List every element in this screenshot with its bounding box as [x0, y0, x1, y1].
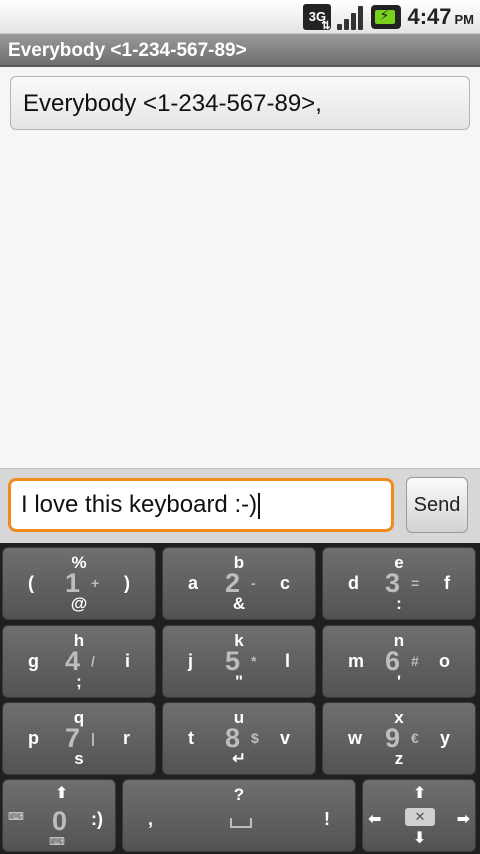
key-8[interactable]: u t 8 $ v ↵ [162, 702, 316, 775]
text-caret [258, 492, 261, 519]
enter-icon: ↵ [231, 749, 247, 768]
key-label: c [279, 573, 290, 593]
key-label: * [251, 653, 257, 669]
key-label: ' [396, 672, 402, 691]
key-6[interactable]: n m 6 # o ' [322, 625, 476, 698]
key-label: / [91, 653, 95, 669]
key-label: + [91, 575, 100, 591]
key-label: " [234, 672, 244, 691]
key-label: € [411, 730, 419, 746]
key-label: r [122, 728, 130, 748]
key-label: s [74, 749, 84, 768]
key-label: ? [233, 785, 245, 804]
key-label: j [188, 651, 194, 671]
key-label: ; [76, 672, 82, 691]
key-label: i [124, 651, 130, 671]
shift-icon: ⬆ [55, 785, 69, 802]
key-label: g [28, 651, 39, 671]
key-label: ) [124, 573, 130, 593]
key-number: 0 [52, 806, 68, 836]
key-label: # [411, 653, 419, 669]
key-label: d [348, 573, 359, 593]
key-label: t [188, 728, 194, 748]
arrow-right-icon[interactable]: ➡ [457, 809, 470, 829]
key-label: - [251, 575, 256, 591]
key-label: :) [91, 809, 103, 829]
battery-charging-icon [371, 4, 402, 29]
conversation-title: Everybody <1-234-567-89> [0, 34, 480, 67]
key-9[interactable]: x w 9 € y z [322, 702, 476, 775]
recipients-field[interactable]: Everybody <1-234-567-89>, [10, 76, 470, 130]
key-3[interactable]: e d 3 = f : [322, 547, 476, 620]
key-label: o [439, 651, 450, 671]
key-label: l [284, 651, 290, 671]
key-label: & [232, 594, 246, 613]
space-key[interactable]: ? , ! [122, 779, 356, 852]
space-bar-icon [230, 818, 252, 828]
key-7[interactable]: q p 7 | r s [2, 702, 156, 775]
key-label: w [348, 728, 363, 748]
arrow-keys[interactable]: ⬆ ⬅ ✕ ➡ ⬇ [362, 779, 476, 852]
arrow-up-icon[interactable]: ⬆ [413, 783, 426, 803]
key-label: @ [70, 594, 88, 613]
key-label: ( [28, 573, 34, 593]
arrow-left-icon[interactable]: ⬅ [368, 809, 381, 829]
send-button[interactable]: Send [406, 477, 468, 533]
on-screen-keyboard: % ( 1 + ) @ b a 2 - c & e d 3 = f : h g … [0, 543, 480, 854]
key-label: m [348, 651, 365, 671]
key-label: , [148, 809, 154, 829]
key-2[interactable]: b a 2 - c & [162, 547, 316, 620]
key-0-shift[interactable]: ⬆ ⌨ 0 :) ⌨ [2, 779, 116, 852]
compose-area: I love this keyboard :-) Send [0, 468, 480, 543]
backspace-icon[interactable]: ✕ [405, 808, 435, 826]
key-5[interactable]: k j 5 * l " [162, 625, 316, 698]
key-label: = [411, 575, 420, 591]
key-label: y [439, 728, 450, 748]
network-3g-icon: 3G [303, 3, 332, 32]
key-1[interactable]: % ( 1 + ) @ [2, 547, 156, 620]
key-label: p [28, 728, 39, 748]
message-input[interactable]: I love this keyboard :-) [8, 478, 394, 532]
key-label: $ [251, 730, 259, 746]
keyboard-layout-icon: ⌨ [8, 811, 24, 823]
key-label: : [396, 594, 402, 613]
signal-strength-icon [337, 4, 365, 30]
status-bar: 3G 4:47PM [0, 0, 480, 34]
key-label: z [394, 749, 404, 768]
key-4[interactable]: h g 4 / i ; [2, 625, 156, 698]
key-label: v [279, 728, 290, 748]
clock: 4:47 PM [407, 3, 474, 29]
key-label: | [91, 730, 95, 746]
key-label: f [444, 573, 450, 593]
key-label: ! [324, 809, 330, 829]
keyboard-hide-icon: ⌨ [49, 836, 65, 848]
key-label: a [188, 573, 199, 593]
arrow-down-icon[interactable]: ⬇ [413, 828, 426, 848]
